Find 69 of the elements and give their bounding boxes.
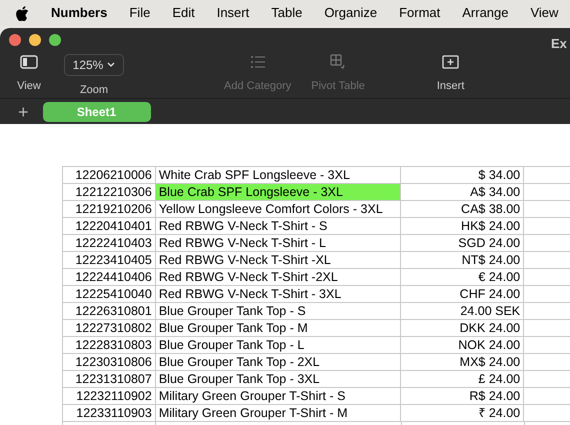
table-cell: NOK 24.00 (401, 337, 524, 354)
table-cell: 12220410401 (63, 218, 156, 235)
grid-icon (330, 54, 346, 70)
toolbar-button[interactable]: Insert (436, 54, 464, 94)
table-cell: Red RBWG V-Neck T-Shirt -XL (156, 252, 402, 269)
table-cell: Yellow Longsleeve Comfort Colors - 3XL (156, 201, 402, 218)
table-cell: £ 24.00 (401, 371, 524, 388)
table-cell: Blue Grouper Tank Top - 3XL (156, 371, 402, 388)
table-cell: Blue Crab SPF Longsleeve - 3XL (156, 184, 402, 201)
table-cell: $ 34.00 (401, 167, 524, 184)
table-cell: NT$ 24.00 (401, 252, 524, 269)
window-title: Ex (551, 35, 567, 53)
table-cell: DKK 24.00 (401, 320, 524, 337)
table-cell: Blue Grouper Tank Top - S (156, 303, 402, 320)
table-cell: 12212210306 (63, 184, 156, 201)
table-cell: 12228310803 (63, 337, 156, 354)
table-cell: R$ 24.00 (401, 388, 524, 405)
table-cell: 24.00 SEK (401, 303, 524, 320)
menu-item[interactable]: Organize (324, 3, 378, 23)
table-cell: ₹ 24.00 (401, 405, 524, 422)
table-cell: Red RBWG V-Neck T-Shirt - S (156, 218, 402, 235)
table-cell: 12227310802 (63, 320, 156, 337)
zoom-dropdown[interactable]: 125% (64, 54, 124, 76)
table-cell: 12231310807 (63, 371, 156, 388)
chevron-icon (107, 62, 116, 67)
table-cell: HK$ 24.00 (401, 218, 524, 235)
list-icon (250, 54, 266, 68)
table-cell: 12226310801 (63, 303, 156, 320)
zoom-value: 125% (72, 56, 104, 74)
close-button[interactable] (9, 34, 21, 46)
menu-item[interactable]: Arrange (462, 3, 508, 23)
table-cell: 12232110902 (63, 388, 156, 405)
minimize-button[interactable] (29, 34, 41, 46)
table-cell: 12233110903 (63, 405, 156, 422)
table-cell: Red RBWG V-Neck T-Shirt -2XL (156, 269, 402, 286)
menu-item[interactable]: Format (399, 3, 440, 23)
menu-item[interactable]: Table (271, 3, 302, 23)
insert-icon (442, 54, 460, 70)
table-cell: 12223410405 (63, 252, 156, 269)
apple-logo-icon[interactable] (16, 6, 29, 20)
toolbar-button[interactable]: View (17, 54, 41, 94)
table-cell: Military Green Grouper T-Shirt - M (156, 405, 402, 422)
table-cell: Blue Grouper Tank Top - M (156, 320, 402, 337)
table-cell: 12222410403 (63, 235, 156, 252)
table-cell: Military Green Grouper T-Shirt - S (156, 388, 402, 405)
table-cell: A$ 34.00 (401, 184, 524, 201)
table-cell: 12219210206 (63, 201, 156, 218)
table-cell: 12206210006 (63, 167, 156, 184)
table-cell: CA$ 38.00 (401, 201, 524, 218)
table-cell: Red RBWG V-Neck T-Shirt - 3XL (156, 286, 402, 303)
table-cell: 12225410040 (63, 286, 156, 303)
add-sheet-button[interactable]: + (18, 102, 29, 120)
table-cell: Blue Grouper Tank Top - L (156, 337, 402, 354)
app-menu[interactable]: Numbers (51, 3, 108, 23)
table-cell: 12224410406 (63, 269, 156, 286)
menu-item[interactable]: Insert (216, 3, 250, 23)
menu-item[interactable]: View (530, 3, 558, 23)
table-cell: Blue Grouper Tank Top - 2XL (156, 354, 402, 371)
toolbar-label: Zoom (80, 82, 108, 98)
zoom-button[interactable] (49, 34, 61, 46)
table-cell: CHF 24.00 (401, 286, 524, 303)
table-cell: Red RBWG V-Neck T-Shirt - L (156, 235, 402, 252)
menu-item[interactable]: File (129, 3, 150, 23)
table-cell: 12230310806 (63, 354, 156, 371)
menu-item[interactable]: Edit (172, 3, 195, 23)
table-cell: € 24.00 (401, 269, 524, 286)
table-cell: SGD 24.00 (401, 235, 524, 252)
table-cell: MX$ 24.00 (401, 354, 524, 371)
sidebar-icon (20, 54, 38, 68)
